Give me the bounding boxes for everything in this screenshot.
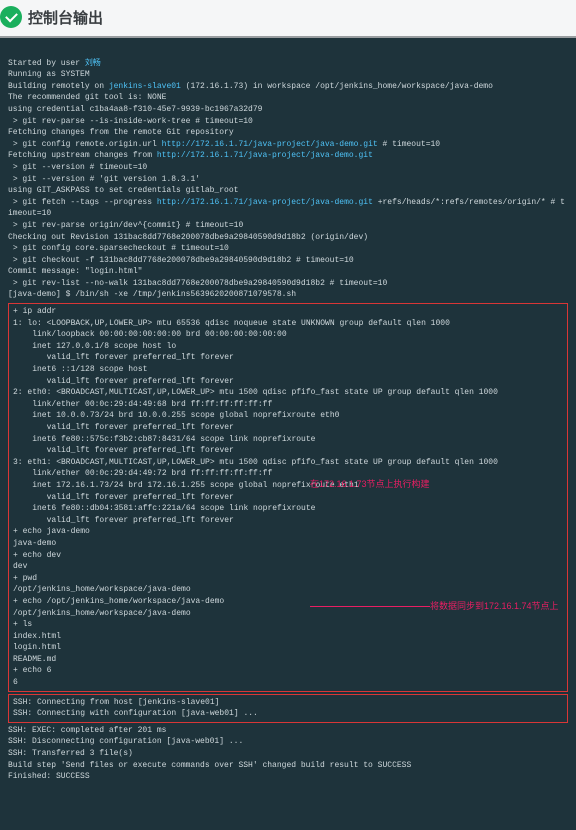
line: valid_lft forever preferred_lft forever bbox=[13, 377, 234, 386]
line: [java-demo] $ /bin/sh -xe /tmp/jenkins56… bbox=[8, 290, 296, 299]
line: > git --version # 'git version 1.8.3.1' bbox=[8, 175, 200, 184]
line: + echo java-demo bbox=[13, 527, 90, 536]
line: 2: eth0: <BROADCAST,MULTICAST,UP,LOWER_U… bbox=[13, 388, 498, 397]
line: > git config remote.origin.url http://17… bbox=[8, 140, 440, 149]
line: Finished: SUCCESS bbox=[8, 772, 90, 781]
line: README.md bbox=[13, 655, 56, 664]
success-icon bbox=[0, 6, 22, 28]
line: Fetching changes from the remote Git rep… bbox=[8, 128, 234, 137]
line: > git rev-parse --is-inside-work-tree # … bbox=[8, 117, 253, 126]
line: inet6 fe80::db04:3581:affc:221a/64 scope… bbox=[13, 504, 315, 513]
line: dev bbox=[13, 562, 27, 571]
line: link/loopback 00:00:00:00:00:00 brd 00:0… bbox=[13, 330, 287, 339]
line: SSH: Connecting with configuration [java… bbox=[13, 709, 258, 718]
line: inet 127.0.0.1/8 scope host lo bbox=[13, 342, 176, 351]
line: > git --version # timeout=10 bbox=[8, 163, 147, 172]
line: java-demo bbox=[13, 539, 56, 548]
line: valid_lft forever preferred_lft forever bbox=[13, 493, 234, 502]
line: /opt/jenkins_home/workspace/java-demo bbox=[13, 609, 191, 618]
line: inet 10.0.0.73/24 brd 10.0.0.255 scope g… bbox=[13, 411, 339, 420]
line: inet6 fe80::575c:f3b2:cb87:8431/64 scope… bbox=[13, 435, 315, 444]
repo-url-link[interactable]: http://172.16.1.71/java-project/java-dem… bbox=[157, 151, 373, 160]
line: Fetching upstream changes from http://17… bbox=[8, 151, 373, 160]
line: + echo dev bbox=[13, 551, 61, 560]
line: Checking out Revision 131bac8dd7768e2000… bbox=[8, 233, 368, 242]
line: > git fetch --tags --progress http://172… bbox=[8, 198, 565, 219]
line: + ip addr bbox=[13, 307, 56, 316]
line: valid_lft forever preferred_lft forever bbox=[13, 353, 234, 362]
line: + echo 6 bbox=[13, 666, 51, 675]
line: > git config core.sparsecheckout # timeo… bbox=[8, 244, 229, 253]
slave-link[interactable]: jenkins-slave01 bbox=[109, 82, 181, 91]
line: using GIT_ASKPASS to set credentials git… bbox=[8, 186, 238, 195]
repo-url-link[interactable]: http://172.16.1.71/java-project/java-dem… bbox=[162, 140, 378, 149]
line: 1: lo: <LOOPBACK,UP,LOWER_UP> mtu 65536 … bbox=[13, 319, 450, 328]
line: inet6 ::1/128 scope host bbox=[13, 365, 147, 374]
line: SSH: Transferred 3 file(s) bbox=[8, 749, 133, 758]
line: /opt/jenkins_home/workspace/java-demo bbox=[13, 585, 191, 594]
line: login.html bbox=[13, 643, 61, 652]
page-title: 控制台输出 bbox=[28, 7, 103, 28]
highlighted-block-2: SSH: Connecting from host [jenkins-slave… bbox=[8, 694, 568, 723]
annotation-sync-node: 将数据同步到172.16.1.74节点上 bbox=[430, 600, 559, 613]
line: > git rev-list --no-walk 131bac8dd7768e2… bbox=[8, 279, 387, 288]
annotation-line-icon bbox=[310, 606, 430, 607]
line: valid_lft forever preferred_lft forever bbox=[13, 446, 234, 455]
line: + echo /opt/jenkins_home/workspace/java-… bbox=[13, 597, 224, 606]
line: > git rev-parse origin/dev^{commit} # ti… bbox=[8, 221, 243, 230]
line: using credential c1ba4aa8-f310-45e7-9939… bbox=[8, 105, 262, 114]
console-output: Started by user 刘畅 Running as SYSTEM Bui… bbox=[0, 38, 576, 830]
line: Build step 'Send files or execute comman… bbox=[8, 761, 411, 770]
line: Building remotely on jenkins-slave01 (17… bbox=[8, 82, 493, 91]
line: Running as SYSTEM bbox=[8, 70, 90, 79]
line: link/ether 00:0c:29:d4:49:68 brd ff:ff:f… bbox=[13, 400, 272, 409]
line: > git checkout -f 131bac8dd7768e200078db… bbox=[8, 256, 354, 265]
line: Commit message: "login.html" bbox=[8, 267, 142, 276]
highlighted-block-1: + ip addr 1: lo: <LOOPBACK,UP,LOWER_UP> … bbox=[8, 303, 568, 692]
line: Started by user 刘畅 bbox=[8, 59, 101, 68]
user-link[interactable]: 刘畅 bbox=[85, 59, 101, 68]
line: link/ether 00:0c:29:d4:49:72 brd ff:ff:f… bbox=[13, 469, 272, 478]
line: + pwd bbox=[13, 574, 37, 583]
line: inet 172.16.1.73/24 brd 172.16.1.255 sco… bbox=[13, 481, 359, 490]
line: SSH: Connecting from host [jenkins-slave… bbox=[13, 698, 219, 707]
line: The recommended git tool is: NONE bbox=[8, 93, 166, 102]
line: 3: eth1: <BROADCAST,MULTICAST,UP,LOWER_U… bbox=[13, 458, 498, 467]
line: 6 bbox=[13, 678, 18, 687]
console-header: 控制台输出 bbox=[0, 0, 576, 38]
annotation-build-node: 在172.16.1.73节点上执行构建 bbox=[310, 478, 430, 491]
line: SSH: EXEC: completed after 201 ms bbox=[8, 726, 166, 735]
line: + ls bbox=[13, 620, 32, 629]
line: index.html bbox=[13, 632, 61, 641]
line: SSH: Disconnecting configuration [java-w… bbox=[8, 737, 243, 746]
line: valid_lft forever preferred_lft forever bbox=[13, 516, 234, 525]
line: valid_lft forever preferred_lft forever bbox=[13, 423, 234, 432]
repo-url-link[interactable]: http://172.16.1.71/java-project/java-dem… bbox=[157, 198, 373, 207]
